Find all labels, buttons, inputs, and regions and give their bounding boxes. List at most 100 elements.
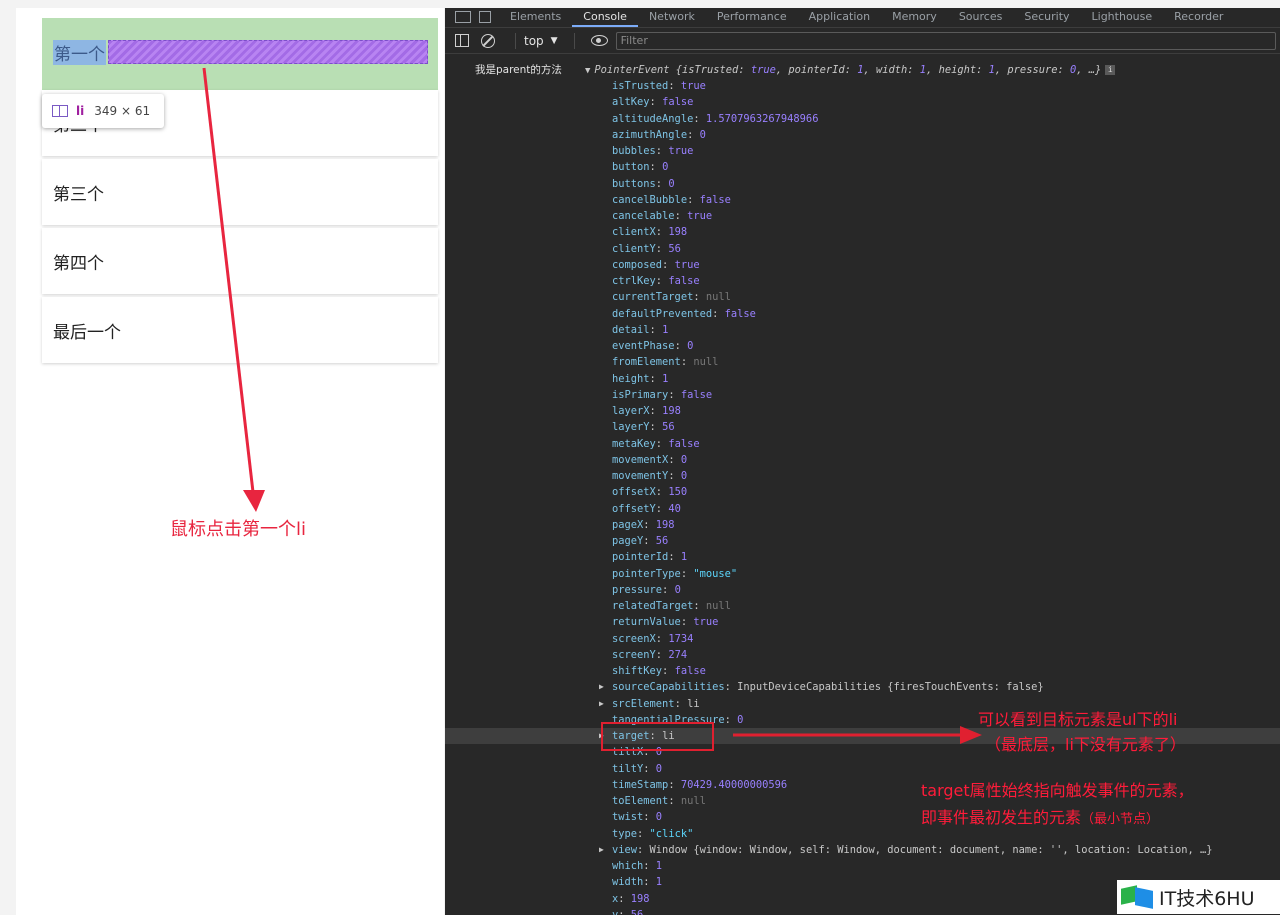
inspect-overlay xyxy=(108,40,428,64)
property-row-currenttarget: currentTarget: null xyxy=(612,291,731,304)
property-key: button xyxy=(612,161,650,174)
property-value: 1 xyxy=(655,876,663,889)
property-key: srcElement xyxy=(612,697,675,710)
property-value: 0 xyxy=(737,713,744,726)
property-value: 56 xyxy=(662,421,675,434)
property-key: tiltY xyxy=(612,762,644,775)
tab-application[interactable]: Application xyxy=(798,10,881,27)
property-key: azimuthAngle xyxy=(612,128,688,141)
property-key: isPrimary xyxy=(612,388,669,401)
property-value: true xyxy=(693,616,719,629)
property-key: offsetY xyxy=(612,502,656,515)
tab-network[interactable]: Network xyxy=(638,10,706,27)
tooltip-tag: li xyxy=(76,104,85,118)
property-key: altitudeAngle xyxy=(612,112,694,125)
property-value: null xyxy=(680,795,706,807)
property-value: 1.5707963267948966 xyxy=(705,112,819,125)
property-value: null xyxy=(705,291,731,304)
property-key: timeStamp xyxy=(612,778,669,791)
log-source: 我是parent的方法 xyxy=(475,64,562,76)
event-summary[interactable]: ▼ PointerEvent {isTrusted: true, pointerI… xyxy=(585,62,1116,79)
property-value: 0 xyxy=(655,762,663,775)
property-row-screeny: screenY: 274 xyxy=(612,648,688,661)
property-row-returnvalue: returnValue: true xyxy=(612,616,719,629)
watermark-text: IT技术6HU xyxy=(1159,887,1255,910)
tab-performance[interactable]: Performance xyxy=(706,10,798,27)
property-row-button: button: 0 xyxy=(612,161,669,174)
list-item-first[interactable]: 第一个 xyxy=(42,18,438,90)
property-value: 198 xyxy=(668,226,688,239)
grid-icon xyxy=(52,105,68,117)
property-key: offsetX xyxy=(612,486,656,499)
property-row-istrusted: isTrusted: true xyxy=(612,80,706,92)
property-value: li xyxy=(687,697,700,710)
property-value: true xyxy=(687,210,713,222)
list-item-label: 第一个 xyxy=(53,40,106,65)
property-key: toElement xyxy=(612,795,669,807)
clear-console-icon[interactable] xyxy=(481,33,495,48)
property-key: height xyxy=(612,372,650,385)
expand-arrow-icon[interactable]: ▶ xyxy=(599,842,604,858)
property-key: pressure xyxy=(612,583,663,596)
property-value: 0 xyxy=(655,811,663,824)
expand-arrow-icon[interactable]: ▶ xyxy=(599,696,604,712)
property-row-pointertype: pointerType: "mouse" xyxy=(612,567,738,580)
info-icon: i xyxy=(1105,65,1116,75)
property-key: movementY xyxy=(612,470,669,482)
property-key: cancelable xyxy=(612,210,675,222)
tab-recorder[interactable]: Recorder xyxy=(1163,10,1234,27)
property-value: 70429.40000000596 xyxy=(680,778,788,791)
property-value: 56 xyxy=(630,908,644,915)
property-row-pagex: pageX: 198 xyxy=(612,518,675,531)
property-key: currentTarget xyxy=(612,291,694,304)
property-row-detail: detail: 1 xyxy=(612,323,669,336)
property-row-view[interactable]: ▶ view: Window {window: Window, self: Win… xyxy=(445,842,1280,858)
property-row-movementy: movementY: 0 xyxy=(612,470,688,482)
property-key: type xyxy=(612,827,638,840)
list-item-label: 第四个 xyxy=(53,253,104,274)
tab-lighthouse[interactable]: Lighthouse xyxy=(1081,10,1164,27)
property-row-clientx: clientX: 198 xyxy=(612,226,688,239)
property-row-which: which: 1 xyxy=(612,860,663,872)
property-row-bubbles: bubbles: true xyxy=(612,145,694,157)
list-item-last[interactable]: 最后一个 xyxy=(42,297,438,363)
devtools-tabbar: Elements Console Network Performance App… xyxy=(445,8,1280,28)
tab-console[interactable]: Console xyxy=(572,10,638,27)
list-item-fourth[interactable]: 第四个 xyxy=(42,228,438,294)
context-selector[interactable]: top ▼ xyxy=(524,34,558,48)
property-value: 0 xyxy=(668,177,675,190)
property-key: pageX xyxy=(612,518,644,531)
property-key: layerY xyxy=(612,421,650,434)
expand-triangle-icon[interactable]: ▼ xyxy=(585,66,590,76)
device-toggle-icon[interactable] xyxy=(479,11,491,23)
property-row-sourcecapabilities[interactable]: ▶ sourceCapabilities: InputDeviceCapabili… xyxy=(445,679,1280,695)
property-key: screenY xyxy=(612,648,656,661)
tab-elements[interactable]: Elements xyxy=(499,10,572,27)
property-key: cancelBubble xyxy=(612,193,688,206)
tab-memory[interactable]: Memory xyxy=(881,10,948,27)
tab-sources[interactable]: Sources xyxy=(948,10,1014,27)
property-key: composed xyxy=(612,258,663,271)
property-value: InputDeviceCapabilities {firesTouchEvent… xyxy=(737,681,1044,694)
tab-security[interactable]: Security xyxy=(1013,10,1080,27)
property-value: 0 xyxy=(680,470,688,482)
property-value: false xyxy=(668,437,700,450)
list-item-third[interactable]: 第三个 xyxy=(42,159,438,225)
sidebar-toggle-icon[interactable] xyxy=(455,34,469,47)
property-value: true xyxy=(680,80,706,92)
eye-icon[interactable] xyxy=(590,35,608,46)
property-value: 1 xyxy=(662,323,669,336)
filter-input[interactable]: Filter xyxy=(615,31,1276,50)
target-highlight-box xyxy=(601,722,714,751)
property-key: screenX xyxy=(612,632,656,645)
property-value: 56 xyxy=(655,535,669,547)
expand-arrow-icon[interactable]: ▶ xyxy=(599,679,604,695)
property-value: null xyxy=(693,356,719,369)
inspect-icon[interactable] xyxy=(455,11,471,23)
property-value: 0 xyxy=(687,340,694,352)
property-row-offsetx: offsetX: 150 xyxy=(612,486,688,499)
property-key: eventPhase xyxy=(612,340,675,352)
property-value: true xyxy=(668,145,694,157)
property-value: 0 xyxy=(699,128,706,141)
property-value: "click" xyxy=(649,827,694,840)
